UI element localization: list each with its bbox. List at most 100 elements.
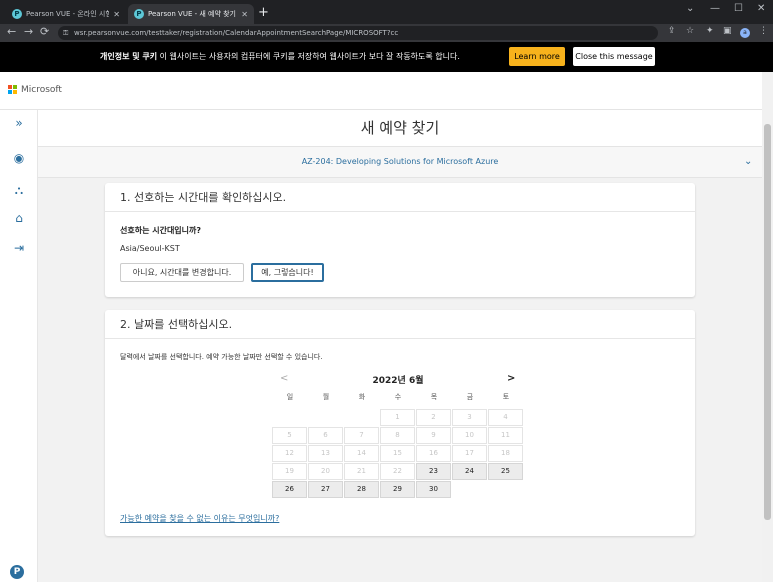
calendar-day-disabled: 18 xyxy=(488,445,523,462)
cookie-text: 이 웹사이트는 사용자의 컴퓨터에 쿠키를 저장하여 웹사이트가 보다 잘 작동… xyxy=(157,52,460,61)
calendar-day-disabled: 16 xyxy=(416,445,451,462)
back-icon[interactable]: ← xyxy=(7,25,16,38)
date-heading: 2. 날짜를 선택하십시오. xyxy=(105,310,695,339)
tab-title: Pearson VUE - 온라인 시험 일 xyxy=(26,10,110,18)
calendar-day-available[interactable]: 30 xyxy=(416,481,451,498)
calendar-day-disabled: 4 xyxy=(488,409,523,426)
weekday-label: 토 xyxy=(502,393,510,401)
cookie-message: 개인정보 및 쿠키 이 웹사이트는 사용자의 컴퓨터에 쿠키를 저장하여 웹사이… xyxy=(100,51,460,62)
calendar-day-disabled: 11 xyxy=(488,427,523,444)
site-header: Microsoft xyxy=(0,72,773,110)
browser-tab-1[interactable]: P Pearson VUE - 온라인 시험 일 ✕ xyxy=(6,4,126,24)
timezone-card: 1. 선호하는 시간대를 확인하십시오. 선호하는 시간대입니까? Asia/S… xyxy=(105,183,695,297)
calendar-day-disabled: 20 xyxy=(308,463,343,480)
calendar-day-disabled: 2 xyxy=(416,409,451,426)
pearson-favicon-icon: P xyxy=(134,9,144,19)
timezone-question: 선호하는 시간대입니까? xyxy=(120,226,202,235)
calendar-day-disabled: 7 xyxy=(344,427,379,444)
calendar-day-available[interactable]: 25 xyxy=(488,463,523,480)
sitemap-icon[interactable]: ⛬ xyxy=(10,181,28,199)
calendar-day-available[interactable]: 26 xyxy=(272,481,307,498)
tab-search-icon[interactable]: ⌄ xyxy=(686,3,694,14)
logo-text: Microsoft xyxy=(21,85,62,95)
calendar-day-disabled: 22 xyxy=(380,463,415,480)
calendar-day-disabled: 19 xyxy=(272,463,307,480)
close-tab-icon[interactable]: ✕ xyxy=(241,10,248,19)
calendar-day-available[interactable]: 23 xyxy=(416,463,451,480)
timezone-value: Asia/Seoul-KST xyxy=(120,244,180,253)
calendar-day-available[interactable]: 27 xyxy=(308,481,343,498)
profile-avatar[interactable]: a xyxy=(740,28,750,38)
pearson-logo-icon[interactable]: P xyxy=(10,565,24,579)
lock-icon: ⚿ xyxy=(63,29,69,37)
calendar-day-disabled: 1 xyxy=(380,409,415,426)
timezone-heading: 1. 선호하는 시간대를 확인하십시오. xyxy=(105,183,695,212)
bookmark-star-icon[interactable]: ☆ xyxy=(686,26,694,36)
weekday-label: 일 xyxy=(286,393,294,401)
next-month-button[interactable]: > xyxy=(507,373,515,384)
microsoft-logo[interactable]: Microsoft xyxy=(8,85,62,95)
chevron-down-icon[interactable]: ⌄ xyxy=(744,147,752,177)
month-label: 2022년 6월 xyxy=(372,376,424,386)
pearson-favicon-icon: P xyxy=(12,9,22,19)
weekday-label: 수 xyxy=(394,393,402,401)
calendar-day-disabled: 13 xyxy=(308,445,343,462)
new-tab-button[interactable]: + xyxy=(258,5,269,20)
window-close-icon[interactable]: ✕ xyxy=(757,3,765,14)
page-title: 새 예약 찾기 xyxy=(38,110,762,146)
weekday-label: 금 xyxy=(466,393,474,401)
help-link[interactable]: 가능한 예약을 찾을 수 없는 이유는 무엇입니까? xyxy=(120,513,279,524)
exam-bar[interactable]: AZ-204: Developing Solutions for Microso… xyxy=(38,146,762,178)
calendar-day-disabled: 9 xyxy=(416,427,451,444)
calendar-day-disabled: 21 xyxy=(344,463,379,480)
minimize-icon[interactable]: — xyxy=(710,3,720,14)
weekday-label: 월 xyxy=(322,393,330,401)
extensions-icon[interactable]: ✦ xyxy=(706,26,714,36)
browser-tab-2[interactable]: P Pearson VUE - 새 예약 찾기 ✕ xyxy=(128,4,254,24)
calendar-day-disabled: 14 xyxy=(344,445,379,462)
close-tab-icon[interactable]: ✕ xyxy=(113,10,120,19)
weekday-label: 화 xyxy=(358,393,366,401)
user-icon[interactable]: ◉ xyxy=(10,149,28,167)
side-nav: » ◉ ⛬ ⌂ ⇥ xyxy=(0,110,38,582)
weekday-label: 목 xyxy=(430,393,438,401)
main-content: 새 예약 찾기 AZ-204: Developing Solutions for… xyxy=(38,110,762,582)
share-icon[interactable]: ⇪ xyxy=(668,26,676,36)
url-text: wsr.pearsonvue.com/testtaker/registratio… xyxy=(74,29,399,37)
cookie-banner: 개인정보 및 쿠키 이 웹사이트는 사용자의 컴퓨터에 쿠키를 저장하여 웹사이… xyxy=(0,42,773,72)
web-page: 개인정보 및 쿠키 이 웹사이트는 사용자의 컴퓨터에 쿠키를 저장하여 웹사이… xyxy=(0,42,773,582)
calendar-day-available[interactable]: 29 xyxy=(380,481,415,498)
expand-nav-icon[interactable]: » xyxy=(10,114,28,132)
home-icon[interactable]: ⌂ xyxy=(10,209,28,227)
microsoft-logo-icon xyxy=(8,85,18,95)
browser-toolbar: ← → ⟳ ⚿ wsr.pearsonvue.com/testtaker/reg… xyxy=(0,24,773,42)
calendar-day-available[interactable]: 28 xyxy=(344,481,379,498)
exam-name: AZ-204: Developing Solutions for Microso… xyxy=(301,157,499,166)
calendar-day-disabled: 6 xyxy=(308,427,343,444)
browser-tab-strip: P Pearson VUE - 온라인 시험 일 ✕ P Pearson VUE… xyxy=(0,0,773,24)
scrollbar-thumb[interactable] xyxy=(764,124,771,520)
reload-icon[interactable]: ⟳ xyxy=(40,25,49,38)
calendar-day-disabled: 10 xyxy=(452,427,487,444)
calendar-day-disabled: 12 xyxy=(272,445,307,462)
date-card: 2. 날짜를 선택하십시오. 달력에서 날짜를 선택합니다. 예약 가능한 날짜… xyxy=(105,310,695,536)
side-panel-icon[interactable]: ▣ xyxy=(723,26,732,36)
close-message-button[interactable]: Close this message xyxy=(573,47,655,66)
date-instruction: 달력에서 날짜를 선택합니다. 예약 가능한 날짜만 선택할 수 있습니다. xyxy=(120,353,323,361)
calendar-day-disabled: 5 xyxy=(272,427,307,444)
calendar-day-disabled: 8 xyxy=(380,427,415,444)
learn-more-button[interactable]: Learn more xyxy=(509,47,565,66)
maximize-icon[interactable]: ☐ xyxy=(734,3,743,14)
calendar-header: < 2022년 6월 > xyxy=(272,370,524,388)
sign-out-icon[interactable]: ⇥ xyxy=(10,239,28,257)
url-bar[interactable]: ⚿ wsr.pearsonvue.com/testtaker/registrat… xyxy=(58,26,658,40)
calendar-day-disabled: 3 xyxy=(452,409,487,426)
change-timezone-button[interactable]: 아니요, 시간대를 변경합니다. xyxy=(120,263,244,282)
confirm-timezone-button[interactable]: 예, 그렇습니다! xyxy=(251,263,324,282)
forward-icon[interactable]: → xyxy=(24,25,33,38)
tab-title: Pearson VUE - 새 예약 찾기 xyxy=(148,10,236,18)
calendar-day-disabled: 15 xyxy=(380,445,415,462)
calendar-day-available[interactable]: 24 xyxy=(452,463,487,480)
calendar-day-disabled: 17 xyxy=(452,445,487,462)
menu-kebab-icon[interactable]: ⋮ xyxy=(759,26,768,36)
